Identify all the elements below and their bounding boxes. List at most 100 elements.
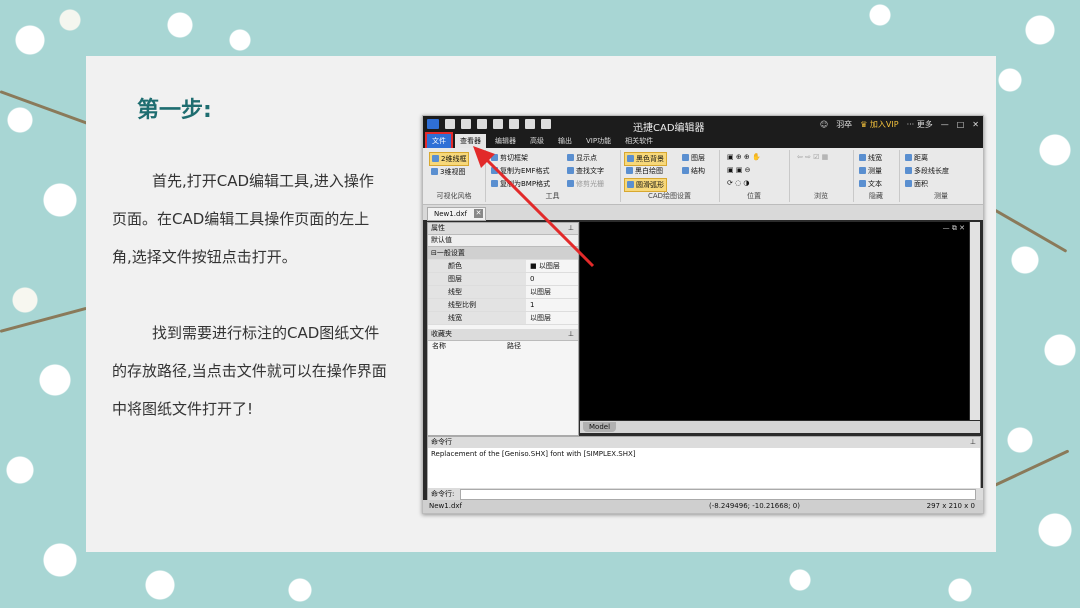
clip-icon xyxy=(491,154,498,161)
maximize-icon[interactable]: □ xyxy=(957,120,965,129)
pin-icon[interactable]: ⊥ xyxy=(568,223,574,234)
undo-icon[interactable] xyxy=(525,119,535,129)
polyline-length-label: 多段线长度 xyxy=(914,167,949,175)
menu-editor[interactable]: 编辑器 xyxy=(490,134,521,148)
wireframe-2d-button[interactable]: 2维线框 xyxy=(429,152,470,166)
status-file: New1.dxf xyxy=(429,502,462,510)
minimize-icon[interactable]: — xyxy=(941,120,949,129)
find-icon xyxy=(567,167,574,174)
command-title: 命令行 xyxy=(431,438,452,446)
line-width-button[interactable]: 线宽 xyxy=(857,152,884,164)
user-icon[interactable]: ☺ xyxy=(820,120,828,129)
drawing-canvas[interactable]: — ⧉ ✕ xyxy=(580,222,969,420)
measure-button[interactable]: 测量 xyxy=(857,165,884,177)
favorites-col-path[interactable]: 路径 xyxy=(503,341,578,352)
vertical-scrollbar[interactable] xyxy=(970,222,980,420)
properties-default[interactable]: 默认值 xyxy=(428,235,578,247)
close-tab-icon[interactable]: ✕ xyxy=(474,209,483,218)
property-row[interactable]: 线型 以图层 xyxy=(428,286,578,299)
more-button[interactable]: ··· 更多 xyxy=(907,119,933,130)
line-width-label: 线宽 xyxy=(868,154,882,162)
find-text-button[interactable]: 查找文字 xyxy=(565,165,606,177)
command-input[interactable] xyxy=(460,489,976,500)
command-output: Replacement of the [Geniso.SHX] font wit… xyxy=(431,450,636,458)
property-row[interactable]: 线宽 以图层 xyxy=(428,312,578,325)
open-icon[interactable] xyxy=(461,119,471,129)
group-position: ▣ ⊕ ⊕ ✋ ▣ ▣ ⊖ ⟳ ◌ ◑ 位置 xyxy=(719,150,790,202)
model-tab[interactable]: Model xyxy=(583,422,617,432)
property-key: 图层 xyxy=(428,273,526,285)
print-icon[interactable] xyxy=(509,119,519,129)
vip-label: 加入VIP xyxy=(869,120,899,129)
line-width-icon xyxy=(859,154,866,161)
distance-button[interactable]: 距离 xyxy=(903,152,930,164)
menu-vip[interactable]: VIP功能 xyxy=(581,134,616,148)
cad-editor-screenshot: 迅捷CAD编辑器 ☺ 羽卒 ♛ 加入VIP ··· 更多 — □ ✕ 文件 查看… xyxy=(422,115,984,514)
cube-icon xyxy=(431,168,438,175)
text-icon xyxy=(859,180,866,187)
property-row[interactable]: 图层 0 xyxy=(428,273,578,286)
clip-frame-button[interactable]: 剪切框架 xyxy=(489,152,530,164)
view-3d-button[interactable]: 3维视图 xyxy=(429,166,467,178)
bw-icon xyxy=(626,167,633,174)
command-header: 命令行 ⊥ xyxy=(428,437,980,448)
menu-viewer[interactable]: 查看器 xyxy=(455,134,486,148)
layers-label: 图层 xyxy=(691,154,705,162)
layers-button[interactable]: 图层 xyxy=(680,152,707,164)
vip-button[interactable]: ♛ 加入VIP xyxy=(860,119,898,130)
menu-file[interactable]: 文件 xyxy=(425,132,453,150)
text-label: 文本 xyxy=(868,180,882,188)
structure-button[interactable]: 结构 xyxy=(680,165,707,177)
user-name[interactable]: 羽卒 xyxy=(836,119,852,130)
pin-icon[interactable]: ⊥ xyxy=(568,329,574,340)
new-icon[interactable] xyxy=(445,119,455,129)
show-points-button[interactable]: 显示点 xyxy=(565,152,599,164)
zoom-icon[interactable]: ▣ ⊕ ⊕ ✋ xyxy=(725,152,763,162)
image-icon xyxy=(491,180,498,187)
section-general[interactable]: ⊟ 一般设置 xyxy=(428,247,578,260)
property-key: 线宽 xyxy=(428,312,526,324)
close-icon[interactable]: ✕ xyxy=(972,120,979,129)
document-tab[interactable]: New1.dxf ✕ xyxy=(427,207,486,221)
distance-label: 距离 xyxy=(914,154,928,162)
canvas-window-controls-icon[interactable]: — ⧉ ✕ xyxy=(943,224,965,233)
menu-advanced[interactable]: 高级 xyxy=(525,134,549,148)
property-value: ■ 以图层 xyxy=(530,262,560,270)
redo-icon[interactable] xyxy=(541,119,551,129)
smooth-arc-button[interactable]: 圆滑弧形 xyxy=(624,178,667,192)
favorites-col-name[interactable]: 名称 xyxy=(428,341,503,352)
copy-bmp-button[interactable]: 复制为BMP格式 xyxy=(489,178,552,190)
favorites-title: 收藏夹 xyxy=(431,330,452,338)
command-input-label: 命令行: xyxy=(431,490,455,498)
pin-icon[interactable]: ⊥ xyxy=(970,437,976,448)
measure-label: 测量 xyxy=(868,167,882,175)
copy-emf-button[interactable]: 复制为EMF格式 xyxy=(489,165,552,177)
more-label: 更多 xyxy=(916,120,933,129)
black-background-button[interactable]: 黑色背景 xyxy=(624,152,667,166)
background-icon xyxy=(627,155,634,162)
save-icon[interactable] xyxy=(477,119,487,129)
fit-icon[interactable]: ▣ ▣ ⊖ xyxy=(725,165,753,175)
area-label: 面积 xyxy=(914,180,928,188)
wireframe-icon xyxy=(432,155,439,162)
smooth-arc-label: 圆滑弧形 xyxy=(636,181,664,189)
area-button[interactable]: 面积 xyxy=(903,178,930,190)
trim-raster-button[interactable]: 修剪光栅 xyxy=(565,178,606,190)
group-cad-settings: 黑色背景 黑白绘图 圆滑弧形 图层 结构 CAD绘图设置 xyxy=(620,150,720,202)
rotate-icon[interactable]: ⟳ ◌ ◑ xyxy=(725,178,752,188)
command-panel: 命令行 ⊥ Replacement of the [Geniso.SHX] fon… xyxy=(427,436,983,501)
polyline-length-button[interactable]: 多段线长度 xyxy=(903,165,951,177)
menu-output[interactable]: 输出 xyxy=(553,134,577,148)
browse-arrows-icon[interactable]: ⇦ ⇨ ☑ ▦ xyxy=(795,152,830,162)
slide-heading: 第一步: xyxy=(137,98,212,123)
wireframe-2d-label: 2维线框 xyxy=(441,155,467,163)
find-text-label: 查找文字 xyxy=(576,167,604,175)
status-coordinates: (-8.249496; -10.21668; 0) xyxy=(709,502,800,510)
menu-related-software[interactable]: 相关软件 xyxy=(620,134,658,148)
save-as-icon[interactable] xyxy=(493,119,503,129)
command-input-row: 命令行: xyxy=(428,488,983,500)
bw-draw-button[interactable]: 黑白绘图 xyxy=(624,165,665,177)
property-row[interactable]: 颜色 ■ 以图层 xyxy=(428,260,578,273)
text-button[interactable]: 文本 xyxy=(857,178,884,190)
property-row[interactable]: 线型比例 1 xyxy=(428,299,578,312)
